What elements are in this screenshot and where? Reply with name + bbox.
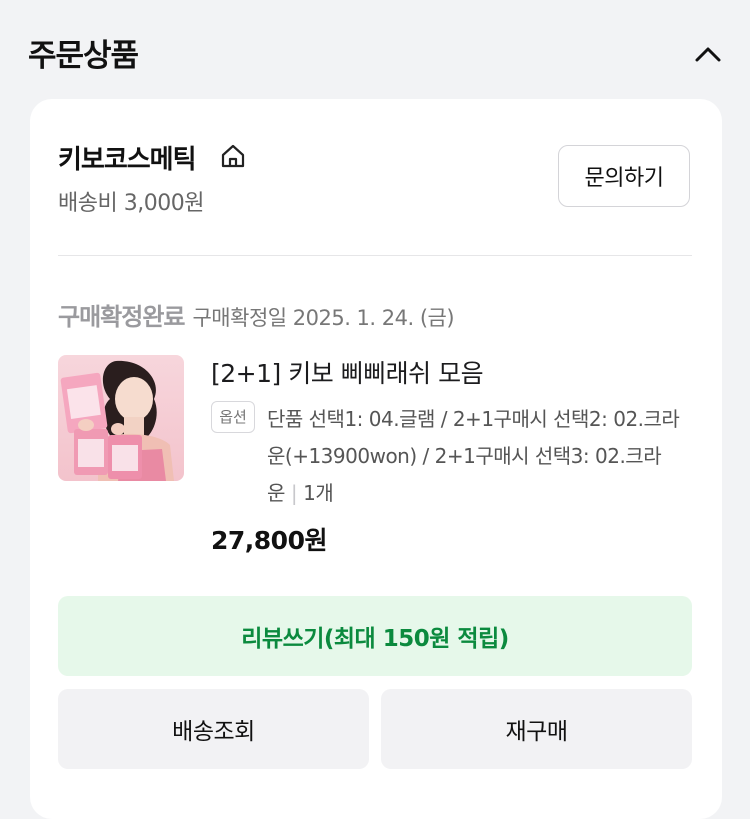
chevron-up-icon[interactable] <box>690 36 726 72</box>
price: 27,800원 <box>211 526 327 555</box>
product-thumbnail[interactable] <box>58 355 184 481</box>
write-review-button[interactable]: 리뷰쓰기(최대 150원 적립) <box>58 596 692 676</box>
shipping-fee: 배송비 3,000원 <box>58 191 204 216</box>
reorder-button[interactable]: 재구매 <box>381 689 692 769</box>
seller-row: 키보코스메틱 배송비 3,000원 문의하기 <box>30 99 722 255</box>
product-name[interactable]: [2+1] 키보 삐삐래쉬 모음 <box>211 354 484 390</box>
order-card: 키보코스메틱 배송비 3,000원 문의하기 구매확정완료 구매확정일 2025.… <box>30 99 722 819</box>
store-home-icon[interactable] <box>220 143 246 169</box>
confirm-date: 구매확정일 2025. 1. 24. (금) <box>192 306 455 330</box>
divider <box>58 255 692 256</box>
seller-name[interactable]: 키보코스메틱 <box>58 139 197 176</box>
quantity: 1개 <box>303 481 334 505</box>
order-items-header: 주문상품 <box>0 0 750 100</box>
inquiry-button[interactable]: 문의하기 <box>558 145 690 207</box>
track-delivery-button[interactable]: 배송조회 <box>58 689 369 769</box>
option-badge: 옵션 <box>211 401 255 433</box>
order-status-row: 구매확정완료 구매확정일 2025. 1. 24. (금) <box>58 297 455 332</box>
section-title: 주문상품 <box>28 38 139 74</box>
option-details: 단품 선택1: 04.글램 / 2+1구매시 선택2: 02.크라운(+1390… <box>267 401 692 512</box>
order-status: 구매확정완료 <box>58 303 185 331</box>
quantity-separator: | <box>290 481 298 505</box>
